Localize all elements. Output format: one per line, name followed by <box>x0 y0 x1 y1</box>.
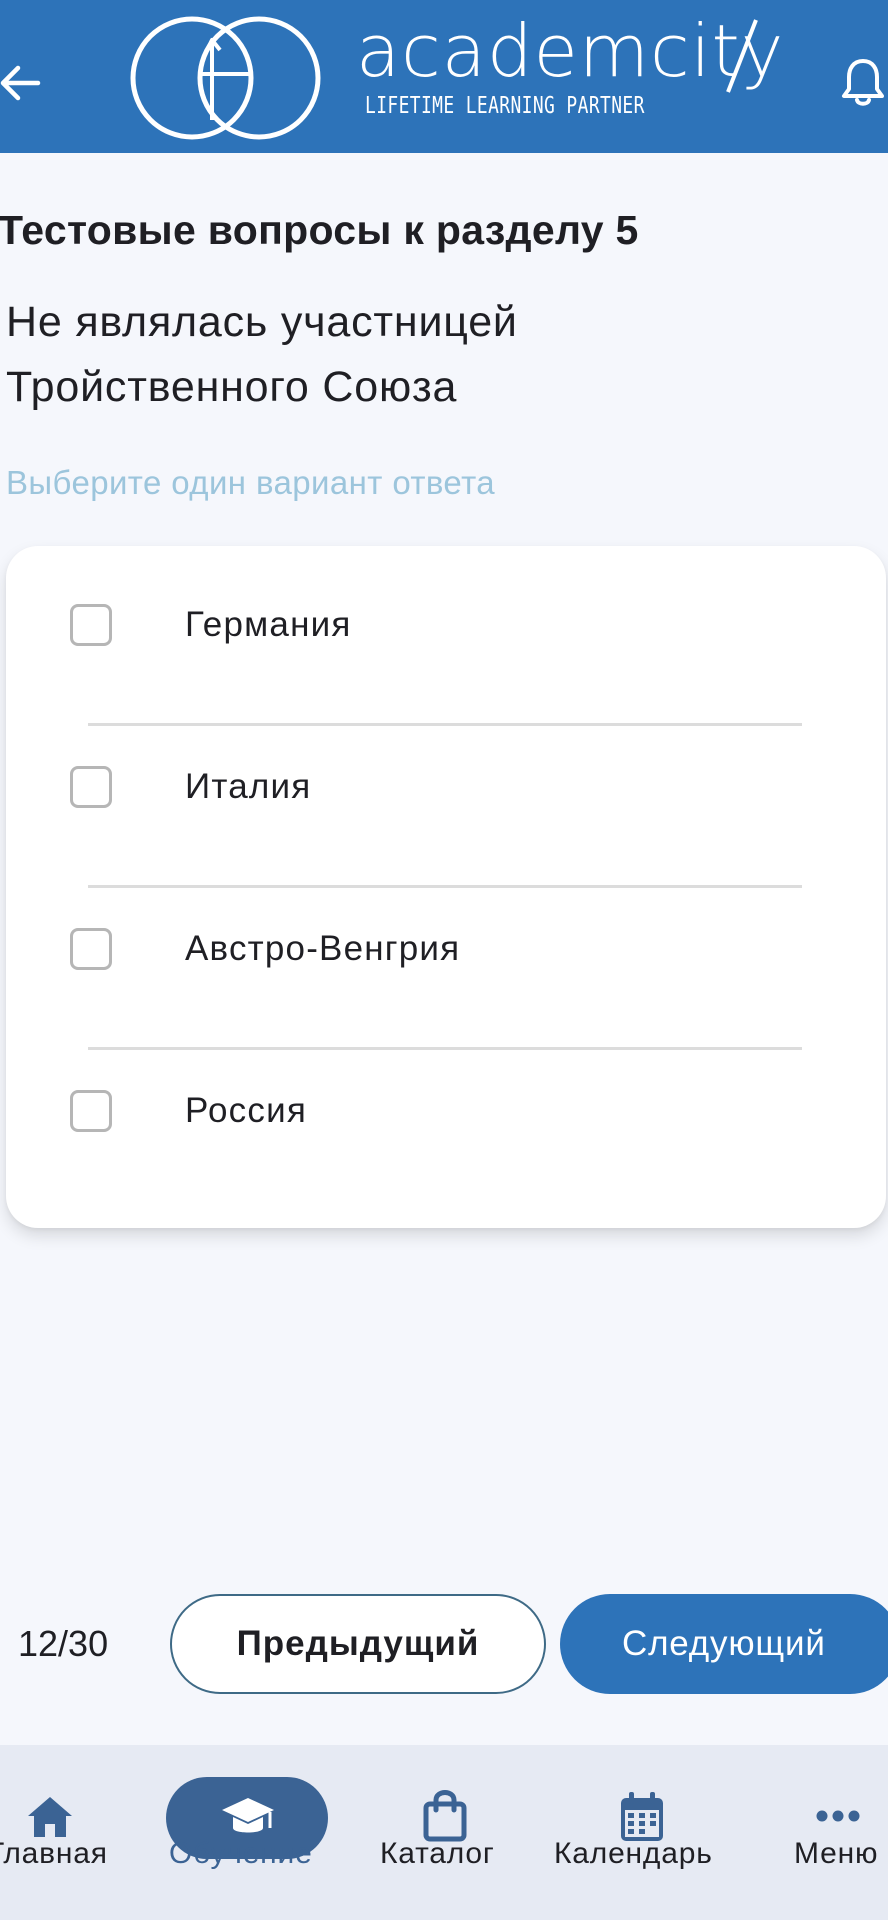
nav-item-menu[interactable]: Меню <box>780 1745 888 1920</box>
bottom-navigation: Главная Обучение Каталог <box>0 1745 888 1920</box>
option-checkbox[interactable] <box>70 928 112 970</box>
option-label: Италия <box>185 767 312 806</box>
option-label: Австро-Венгрия <box>185 929 461 968</box>
answer-options-card: Германия Италия Австро-Венгрия Россия <box>6 546 886 1228</box>
option-checkbox[interactable] <box>70 766 112 808</box>
option-checkbox[interactable] <box>70 604 112 646</box>
nav-item-home[interactable]: Главная <box>0 1745 130 1920</box>
app-header: academcity LIFETIME LEARNING PARTNER <box>0 0 888 153</box>
answer-hint: Выберите один вариант ответа <box>6 464 495 501</box>
notifications-button[interactable] <box>838 52 888 112</box>
nav-label: Главная <box>0 1837 108 1870</box>
logo-icon <box>130 16 321 140</box>
arrow-left-icon <box>0 65 41 101</box>
nav-label: Календарь <box>554 1837 713 1870</box>
bell-icon <box>842 59 884 106</box>
nav-label: Обучение <box>169 1837 313 1870</box>
answer-option[interactable]: Италия <box>6 708 886 870</box>
section-title: Тестовые вопросы к разделу 5 <box>0 207 639 253</box>
nav-label: Каталог <box>380 1837 495 1870</box>
brand-tagline: LIFETIME LEARNING PARTNER <box>365 93 645 119</box>
answer-option[interactable]: Германия <box>6 546 886 708</box>
more-dots-icon <box>816 1810 860 1822</box>
question-text: Не являлась участницей Тройственного Сою… <box>6 298 518 411</box>
answer-option[interactable]: Австро-Венгрия <box>6 870 886 1032</box>
option-label: Россия <box>185 1091 307 1130</box>
option-checkbox[interactable] <box>70 1090 112 1132</box>
nav-item-learning[interactable]: Обучение <box>150 1745 344 1920</box>
next-button[interactable]: Следующий <box>560 1594 888 1694</box>
option-label: Германия <box>185 605 352 644</box>
nav-label: Меню <box>794 1837 879 1870</box>
answer-option[interactable]: Россия <box>6 1032 886 1194</box>
question-counter: 12/30 <box>18 1623 109 1664</box>
previous-button[interactable]: Предыдущий <box>170 1594 546 1694</box>
back-button[interactable] <box>0 48 48 118</box>
nav-item-calendar[interactable]: Календарь <box>550 1745 730 1920</box>
brand-slash-mark <box>726 19 758 93</box>
nav-item-catalog[interactable]: Каталог <box>370 1745 520 1920</box>
